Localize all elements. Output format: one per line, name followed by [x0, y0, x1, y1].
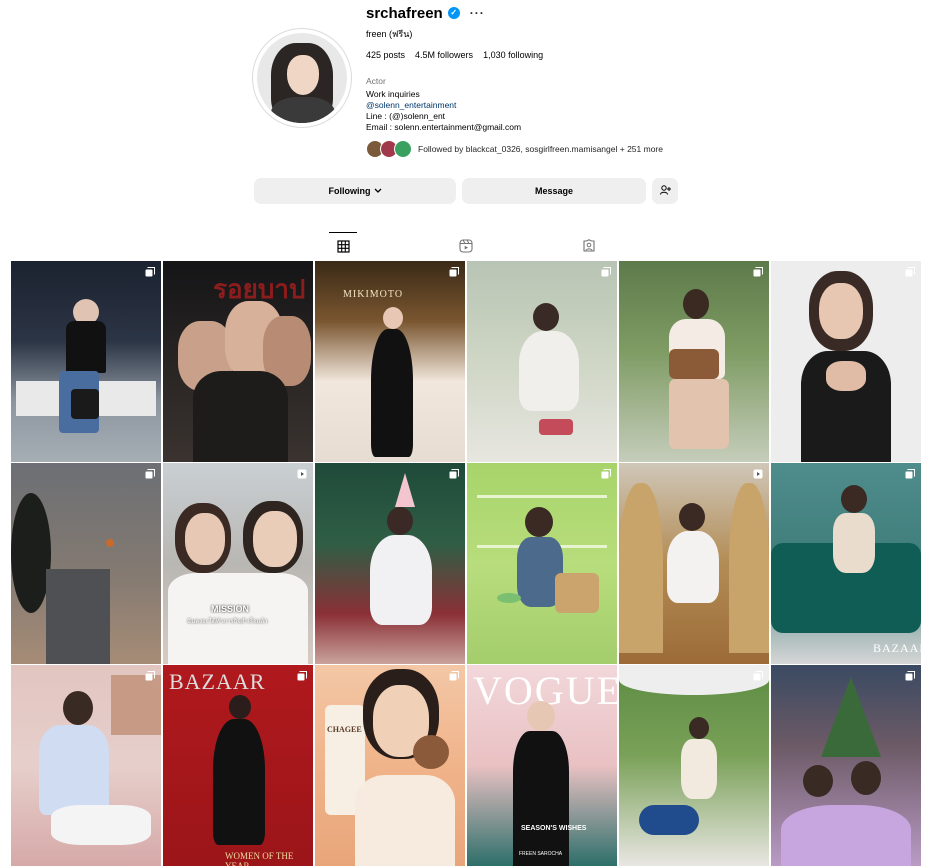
post-tile[interactable]: BAZAAR WOMEN OF THE YEAR [163, 665, 313, 866]
profile-tabs [0, 232, 931, 260]
tab-reels[interactable] [452, 232, 480, 260]
post-brand-text: BAZAAR [169, 669, 266, 694]
post-tile[interactable]: BAZAAR [771, 463, 921, 664]
post-tile[interactable] [619, 261, 769, 462]
carousel-icon [905, 267, 915, 277]
avatar-image [257, 33, 347, 123]
post-tile[interactable] [771, 665, 921, 866]
following-count[interactable]: 1,030 following [483, 50, 543, 60]
carousel-icon [905, 469, 915, 479]
more-options-icon[interactable]: ··· [470, 7, 485, 19]
bio-line: Email : solenn.entertainment@gmail.com [366, 122, 522, 132]
post-tile[interactable]: VOGUE SEASON'S WISHES FREEN SAROCHA [467, 665, 617, 866]
carousel-icon [449, 469, 459, 479]
carousel-icon [297, 671, 307, 681]
post-tile[interactable] [771, 261, 921, 462]
post-tile[interactable] [619, 463, 769, 664]
message-label: Message [534, 186, 574, 196]
reels-icon [459, 239, 473, 253]
post-tile[interactable]: รอยบาป [163, 261, 313, 462]
reel-icon [297, 469, 307, 479]
carousel-icon [753, 671, 763, 681]
post-tile[interactable] [11, 261, 161, 462]
follower-avatars [366, 140, 412, 158]
post-tile[interactable] [467, 463, 617, 664]
following-button[interactable]: Following [254, 178, 456, 204]
reel-icon [753, 469, 763, 479]
carousel-icon [145, 671, 155, 681]
post-brand-text: MIKIMOTO [343, 289, 404, 300]
post-subtitle-text: FREEN SAROCHA [519, 851, 563, 857]
tab-posts[interactable] [329, 232, 357, 260]
post-tile[interactable]: MISSION ฉันคงจะได้ทำภารกิจสำเร็จแล้ว [163, 463, 313, 664]
full-name: freen (ฟรีน) [366, 29, 413, 39]
post-tile[interactable] [619, 665, 769, 866]
reel-caption-text: MISSION [211, 604, 250, 614]
post-tile[interactable] [11, 463, 161, 664]
followed-by-text: Followed by blackcat_0326, sosgirlfreen.… [418, 144, 663, 154]
posts-grid: รอยบาป MIKIMOTO MISSION ฉันคงจะได้ทำภารก… [11, 261, 921, 868]
carousel-icon [905, 671, 915, 681]
bio-mention-link[interactable]: @solenn_entertainment [366, 100, 806, 110]
add-user-button[interactable] [652, 178, 678, 204]
add-user-icon [659, 184, 671, 198]
post-tile[interactable] [467, 261, 617, 462]
profile-category: Actor [366, 76, 386, 86]
message-button[interactable]: Message [462, 178, 646, 204]
post-tile[interactable] [11, 665, 161, 866]
carousel-icon [449, 267, 459, 277]
post-subtitle-text: SEASON'S WISHES [521, 825, 587, 832]
bio-line: Line : (@)solenn_ent [366, 111, 446, 121]
followers-count[interactable]: 4.5M followers [415, 50, 473, 60]
verified-badge-icon: ✓ [447, 7, 460, 19]
carousel-icon [753, 267, 763, 277]
followed-by[interactable]: Followed by blackcat_0326, sosgirlfreen.… [366, 140, 663, 158]
carousel-icon [145, 267, 155, 277]
tab-tagged[interactable] [575, 232, 603, 260]
carousel-icon [449, 671, 459, 681]
reel-subcaption-text: ฉันคงจะได้ทำภารกิจสำเร็จแล้ว [187, 619, 268, 625]
follower-avatar [394, 140, 412, 158]
chevron-down-icon [374, 187, 382, 196]
post-tile[interactable] [315, 463, 465, 664]
tagged-icon [583, 239, 595, 252]
post-brand-text: BAZAAR [873, 641, 921, 655]
username: srchafreen [366, 4, 443, 22]
post-brand-text: CHAGEE [327, 725, 362, 734]
carousel-icon [601, 267, 611, 277]
post-tile[interactable]: CHAGEE [315, 665, 465, 866]
posts-count: 425 posts [366, 50, 406, 60]
post-subtitle-text: WOMEN OF THE YEAR [225, 851, 294, 866]
bio-line: Work inquiries [366, 89, 420, 99]
post-tile[interactable]: MIKIMOTO [315, 261, 465, 462]
profile-avatar[interactable] [252, 28, 352, 128]
carousel-icon [601, 469, 611, 479]
following-label: Following [328, 186, 371, 196]
grid-icon [336, 240, 350, 253]
profile-info: srchafreen ✓ ··· freen (ฟรีน) 425 posts … [366, 4, 806, 133]
carousel-icon [145, 469, 155, 479]
profile-stats: 425 posts 4.5M followers 1,030 following [366, 50, 806, 60]
